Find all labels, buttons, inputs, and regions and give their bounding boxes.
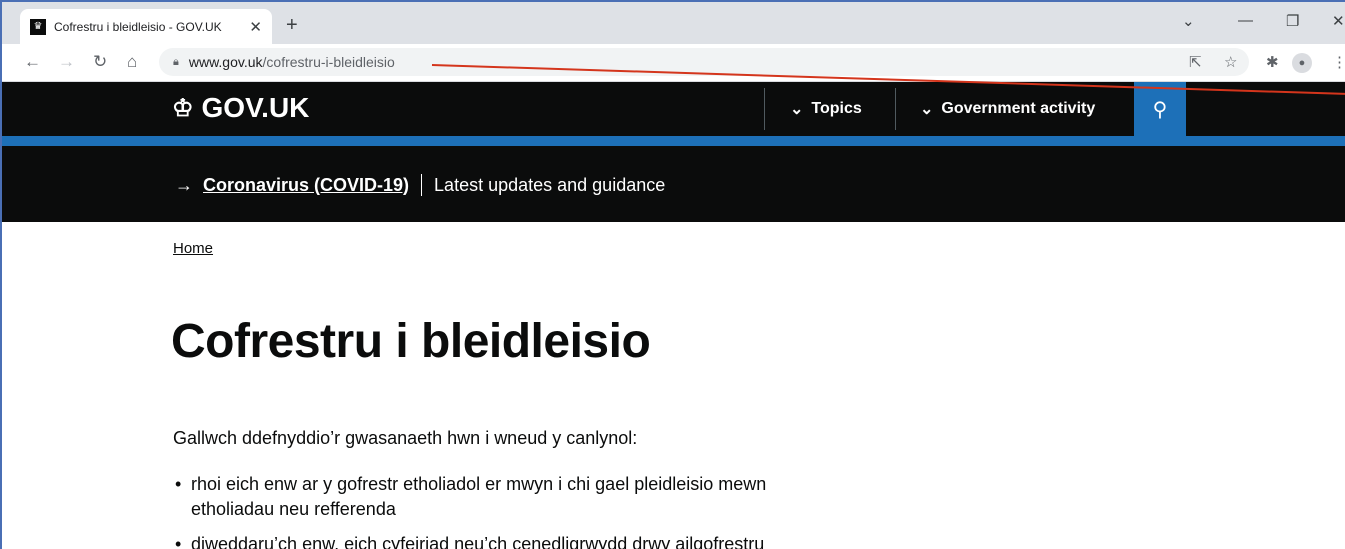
url-path: /cofrestru-i-bleidleisio	[262, 54, 395, 70]
crown-icon: ♔	[172, 94, 194, 122]
nav-divider	[895, 88, 896, 130]
bullet-list: rhoi eich enw ar y gofrestr etholiadol e…	[173, 472, 833, 549]
lead-paragraph: Gallwch ddefnyddio’r gwasanaeth hwn i wn…	[173, 428, 638, 448]
covid-description: Latest updates and guidance	[434, 174, 666, 195]
extensions-icon[interactable]: ✱	[1266, 53, 1279, 71]
lock-icon: 🔒︎	[173, 55, 179, 68]
logo-text: GOV.UK	[201, 92, 310, 123]
browser-toolbar: ← → ↻ ⌂ 🔒︎ www.gov.uk/cofrestru-i-bleidl…	[2, 44, 1345, 82]
nav-divider	[764, 88, 765, 130]
tab-strip: ♛ Cofrestru i bleidleisio - GOV.UK ✕ + ⌄…	[2, 2, 1345, 44]
arrow-right-icon: →	[175, 174, 193, 195]
home-button[interactable]: ⌂	[127, 52, 137, 72]
search-button[interactable]: ⚲	[1134, 82, 1186, 136]
bookmark-star-icon[interactable]: ☆	[1224, 53, 1237, 71]
url-text: www.gov.uk/cofrestru-i-bleidleisio	[189, 54, 395, 70]
address-bar[interactable]: 🔒︎ www.gov.uk/cofrestru-i-bleidleisio	[159, 48, 1249, 76]
govuk-logo[interactable]: ♔ GOV.UK	[172, 92, 309, 124]
covid-link[interactable]: Coronavirus (COVID-19)	[203, 175, 409, 196]
browser-tab[interactable]: ♛ Cofrestru i bleidleisio - GOV.UK ✕	[20, 9, 272, 44]
share-icon[interactable]: ⇱	[1189, 53, 1202, 71]
topics-button[interactable]: ⌄ Topics	[790, 82, 862, 136]
tab-search-icon[interactable]: ⌄	[1182, 12, 1195, 30]
tab-title: Cofrestru i bleidleisio - GOV.UK	[54, 19, 222, 34]
chevron-down-icon: ⌄	[790, 101, 804, 118]
browser-menu-icon[interactable]: ⋮	[1332, 53, 1345, 71]
tab-close-icon[interactable]: ✕	[249, 18, 262, 36]
government-activity-label: Government activity	[941, 100, 1096, 117]
new-tab-button[interactable]: +	[286, 14, 298, 37]
list-item: rhoi eich enw ar y gofrestr etholiadol e…	[173, 472, 833, 522]
page-title: Cofrestru i bleidleisio	[171, 315, 651, 368]
close-window-button[interactable]: ✕	[1332, 12, 1345, 30]
crown-icon: ♛	[30, 18, 46, 35]
breadcrumb-home-link[interactable]: Home	[173, 240, 213, 257]
covid-banner: → Coronavirus (COVID-19) Latest updates …	[2, 146, 1345, 222]
topics-label: Topics	[811, 100, 862, 117]
list-item: diweddaru’ch enw, eich cyfeiriad neu’ch …	[173, 532, 833, 549]
header-blue-bar	[2, 136, 1345, 146]
search-icon: ⚲	[1152, 98, 1168, 121]
forward-button[interactable]: →	[58, 52, 75, 72]
restore-button[interactable]: ❐	[1286, 12, 1299, 30]
browser-window: ♛ Cofrestru i bleidleisio - GOV.UK ✕ + ⌄…	[0, 0, 1345, 549]
government-activity-button[interactable]: ⌄ Government activity	[920, 82, 1095, 136]
profile-avatar-icon[interactable]: ●	[1292, 53, 1312, 73]
chevron-down-icon: ⌄	[920, 101, 934, 118]
url-host: www.gov.uk	[188, 54, 263, 70]
divider	[421, 174, 423, 196]
reload-button[interactable]: ↻	[93, 52, 107, 72]
back-button[interactable]: ←	[24, 52, 41, 72]
govuk-header: ♔ GOV.UK ⌄ Topics ⌄ Government activity …	[2, 82, 1345, 136]
minimize-button[interactable]: —	[1238, 12, 1253, 29]
